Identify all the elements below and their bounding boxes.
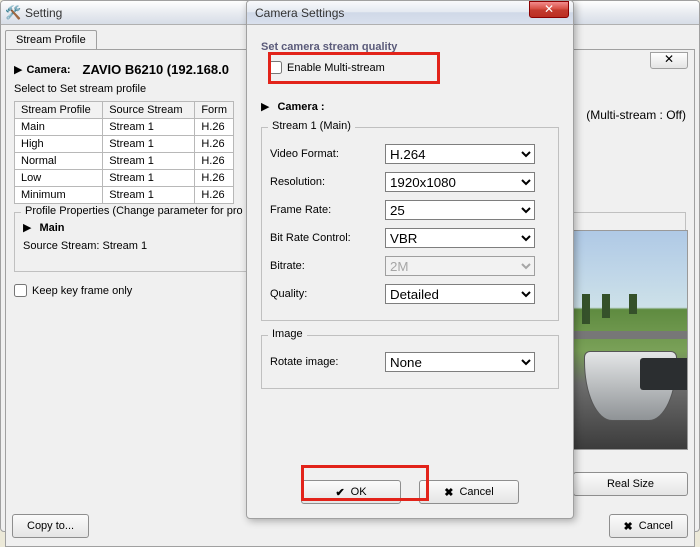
table-row[interactable]: MinimumStream 1H.26: [15, 187, 234, 204]
copy-to-button[interactable]: Copy to...: [12, 514, 89, 538]
x-icon: ✖: [624, 520, 633, 533]
label-video-format: Video Format:: [270, 148, 385, 160]
col-profile: Stream Profile: [15, 102, 103, 119]
label-bitrate-control: Bit Rate Control:: [270, 232, 385, 244]
main-label: Main: [39, 222, 64, 234]
image-group: Image Rotate image: None: [261, 335, 559, 389]
real-size-button[interactable]: Real Size: [573, 472, 688, 496]
label-frame-rate: Frame Rate:: [270, 204, 385, 216]
col-format: Form: [195, 102, 234, 119]
highlight-enable-multistream: [268, 52, 440, 84]
section-camera: ▶ Camera :: [261, 100, 559, 113]
label-quality: Quality:: [270, 288, 385, 300]
image-legend: Image: [268, 328, 307, 340]
cancel-button[interactable]: ✖ Cancel: [419, 480, 519, 504]
camera-preview: [573, 230, 688, 450]
select-bitrate: 2M: [385, 256, 535, 276]
select-rotate[interactable]: None: [385, 352, 535, 372]
preview-tree: [582, 294, 590, 324]
select-resolution[interactable]: 1920x1080: [385, 172, 535, 192]
real-size-label: Real Size: [607, 478, 654, 490]
table-row[interactable]: LowStream 1H.26: [15, 170, 234, 187]
multi-stream-status: (Multi-stream : Off): [586, 108, 686, 122]
select-frame-rate[interactable]: 25: [385, 200, 535, 220]
table-row[interactable]: MainStream 1H.26: [15, 119, 234, 136]
keep-keyframe-label: Keep key frame only: [32, 285, 132, 297]
keep-keyframe-input[interactable]: [14, 284, 27, 297]
col-source: Source Stream: [103, 102, 195, 119]
profile-properties-legend: Profile Properties (Change parameter for…: [21, 205, 247, 217]
dialog-content: Set camera stream quality Enable Multi-s…: [251, 29, 569, 514]
main-cancel-button[interactable]: ✖ Cancel: [609, 514, 688, 538]
preview-road: [574, 331, 687, 339]
tab-stream-profile[interactable]: Stream Profile: [5, 30, 97, 50]
dialog-close-button[interactable]: ✕: [529, 1, 569, 18]
expand-icon[interactable]: ▶: [261, 100, 269, 113]
highlight-ok-button: [301, 465, 429, 501]
dialog-titlebar: Camera Settings ✕: [247, 1, 573, 25]
preview-tree: [629, 294, 637, 314]
select-bitrate-control[interactable]: VBR: [385, 228, 535, 248]
preview-sunroof: [640, 358, 688, 390]
label-bitrate: Bitrate:: [270, 260, 385, 272]
dialog-scroll: Set camera stream quality Enable Multi-s…: [261, 33, 559, 466]
cancel-label: Cancel: [459, 486, 493, 498]
table-row[interactable]: NormalStream 1H.26: [15, 153, 234, 170]
select-quality[interactable]: Detailed: [385, 284, 535, 304]
label-resolution: Resolution:: [270, 176, 385, 188]
app-icon: 🛠️: [5, 5, 21, 21]
preview-tree: [602, 294, 610, 318]
main-cancel-label: Cancel: [639, 520, 673, 532]
x-icon: ✖: [444, 486, 453, 499]
camera-heading: Camera:: [26, 64, 70, 76]
table-row[interactable]: HighStream 1H.26: [15, 136, 234, 153]
table-header: Stream Profile Source Stream Form: [15, 102, 234, 119]
copy-to-label: Copy to...: [27, 520, 74, 532]
dialog-title: Camera Settings: [251, 6, 529, 20]
stream1-legend: Stream 1 (Main): [268, 120, 355, 132]
preview-car-roof: [584, 351, 677, 421]
keep-keyframe-checkbox[interactable]: Keep key frame only: [14, 284, 132, 297]
expand-icon[interactable]: ▶: [23, 221, 31, 234]
panel-close-button[interactable]: ✕: [650, 52, 688, 69]
expand-icon[interactable]: ▶: [14, 63, 22, 76]
stream1-group: Stream 1 (Main) Video Format: H.264 Reso…: [261, 127, 559, 321]
section-camera-label: Camera :: [277, 101, 324, 113]
select-video-format[interactable]: H.264: [385, 144, 535, 164]
label-rotate: Rotate image:: [270, 356, 385, 368]
camera-name: ZAVIO B6210 (192.168.0: [83, 62, 229, 77]
profile-table: Stream Profile Source Stream Form MainSt…: [14, 101, 234, 204]
